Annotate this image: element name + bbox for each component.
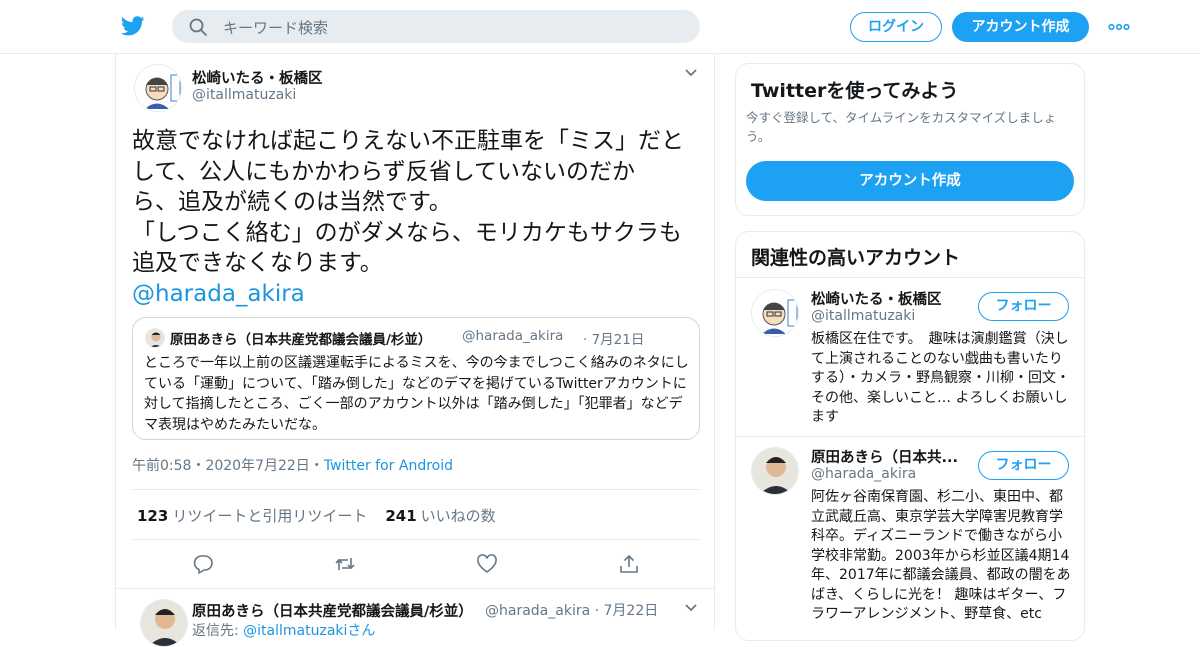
signup-card-description: 今すぐ登録して、タイムラインをカスタマイズしましょう。 <box>746 110 1057 144</box>
tweet-text-line: して、公人にもかかわらず反省していないのだか <box>132 158 636 185</box>
like-heart-icon[interactable] <box>476 553 498 575</box>
related-accounts-title: 関連性の高いアカウント <box>751 247 961 269</box>
account-avatar[interactable] <box>751 447 799 495</box>
reply-tweet[interactable]: 原田あきら（日本共産党都議会議員/杉並） @harada_akira · 7月2… <box>116 588 716 647</box>
account-name[interactable]: 松崎いたる・板橋区 <box>811 288 942 309</box>
follow-button[interactable]: フォロー <box>978 451 1069 480</box>
author-handle[interactable]: @itallmatuzaki <box>192 87 296 103</box>
reply-to-prefix: 返信先: <box>192 623 244 639</box>
account-bio: 阿佐ヶ谷南保育園、杉二小、東田中、都立武蔵丘高、東京学芸大学障害児教育学科卒。デ… <box>811 489 1071 622</box>
tweet-source-link[interactable]: Twitter for Android <box>324 458 453 474</box>
tweet-text: 故意でなければ起こりえない不正駐車を「ミス」だと して、公人にもかかわらず反省し… <box>132 126 702 309</box>
signup-card: Twitterを使ってみよう 今すぐ登録して、タイムラインをカスタマイズしましょ… <box>735 63 1085 216</box>
avatar-illustration-icon <box>752 290 798 336</box>
quoted-author-avatar <box>145 328 165 348</box>
quoted-author-name: 原田あきら（日本共産党都議会議員/杉並） <box>170 332 432 348</box>
top-bar: キーワード検索 ログイン アカウント作成 <box>0 0 1200 54</box>
account-name[interactable]: 原田あきら（日本共... <box>811 446 958 467</box>
reply-to-mention[interactable]: @itallmatuzakiさん <box>243 623 375 639</box>
retweet-icon[interactable] <box>334 553 356 575</box>
author-avatar[interactable] <box>134 64 182 112</box>
divider <box>132 489 700 490</box>
account-avatar[interactable] <box>751 289 799 337</box>
reply-to-line: 返信先: @itallmatuzakiさん <box>192 620 375 640</box>
share-icon[interactable] <box>618 553 640 575</box>
reply-author-avatar[interactable] <box>140 599 188 647</box>
quoted-tweet-text: ところで一年以上前の区議選運転手によるミスを、今の今までしつこく絡みのネタにして… <box>144 355 689 433</box>
divider <box>132 539 700 540</box>
reply-author-handle[interactable]: @harada_akira · 7月22日 <box>485 600 658 620</box>
login-button[interactable]: ログイン <box>850 12 942 42</box>
signup-card-title: Twitterを使ってみよう <box>751 80 959 102</box>
reply-icon[interactable] <box>192 553 214 575</box>
reply-author-name[interactable]: 原田あきら（日本共産党都議会議員/杉並） <box>192 600 473 621</box>
divider <box>736 277 1084 278</box>
divider <box>736 436 1084 437</box>
signup-card-button[interactable]: アカウント作成 <box>746 161 1074 201</box>
tweet-text-line: 故意でなければ起こりえない不正駐車を「ミス」だと <box>132 128 684 154</box>
like-count[interactable]: 241 <box>385 507 416 525</box>
account-handle[interactable]: @harada_akira <box>811 466 916 482</box>
follow-button[interactable]: フォロー <box>978 292 1069 321</box>
tweet-stats: 123 リツイートと引用リツイート 241 いいねの数 <box>137 505 496 526</box>
author-name[interactable]: 松崎いたる・板橋区 <box>192 67 323 88</box>
retweet-count[interactable]: 123 <box>137 507 168 525</box>
twitter-bird-icon[interactable] <box>120 14 146 38</box>
account-bio: 板橋区在住です。 趣味は演劇鑑賞（決して上演されることのない戯曲も書いたりする）… <box>811 331 1070 425</box>
tweet-timestamp[interactable]: 午前0:58・2020年7月22日・ <box>132 458 324 474</box>
tweet-text-line: 「しつこく絡む」のがダメなら、モリカケもサクラも <box>132 219 682 246</box>
avatar-illustration-icon <box>135 65 181 111</box>
search-icon <box>189 18 207 36</box>
search-box[interactable]: キーワード検索 <box>172 10 700 43</box>
person-photo-icon <box>141 600 187 646</box>
quoted-tweet[interactable]: 原田あきら（日本共産党都議会議員/杉並） @harada_akira · 7月2… <box>132 317 700 440</box>
more-options-icon[interactable] <box>1108 18 1130 36</box>
quoted-tweet-date: · 7月21日 <box>583 332 645 348</box>
tweet-text-line: 追及できなくなります。 <box>132 250 383 276</box>
related-accounts-card: 関連性の高いアカウント 松崎いたる・板橋区 @itallmatuzaki フォロ… <box>735 231 1085 641</box>
tweet-text-line: ら、追及が続くのは当然です。 <box>132 189 452 215</box>
tweet-column: 松崎いたる・板橋区 @itallmatuzaki 故意でなければ起こりえない不正… <box>115 54 716 647</box>
chevron-down-icon[interactable] <box>683 602 699 614</box>
account-handle[interactable]: @itallmatuzaki <box>811 308 915 324</box>
person-photo-icon <box>752 448 798 494</box>
like-label[interactable]: いいねの数 <box>421 507 496 525</box>
person-photo-icon <box>146 329 164 347</box>
retweet-label[interactable]: リツイートと引用リツイート <box>172 507 367 525</box>
search-input[interactable]: キーワード検索 <box>223 17 328 38</box>
tweet-meta: 午前0:58・2020年7月22日・Twitter for Android <box>132 455 453 475</box>
signup-button[interactable]: アカウント作成 <box>952 12 1089 42</box>
mention-link[interactable]: @harada_akira <box>132 279 702 310</box>
chevron-down-icon[interactable] <box>683 67 699 79</box>
quoted-author-handle: @harada_akira <box>462 328 564 344</box>
